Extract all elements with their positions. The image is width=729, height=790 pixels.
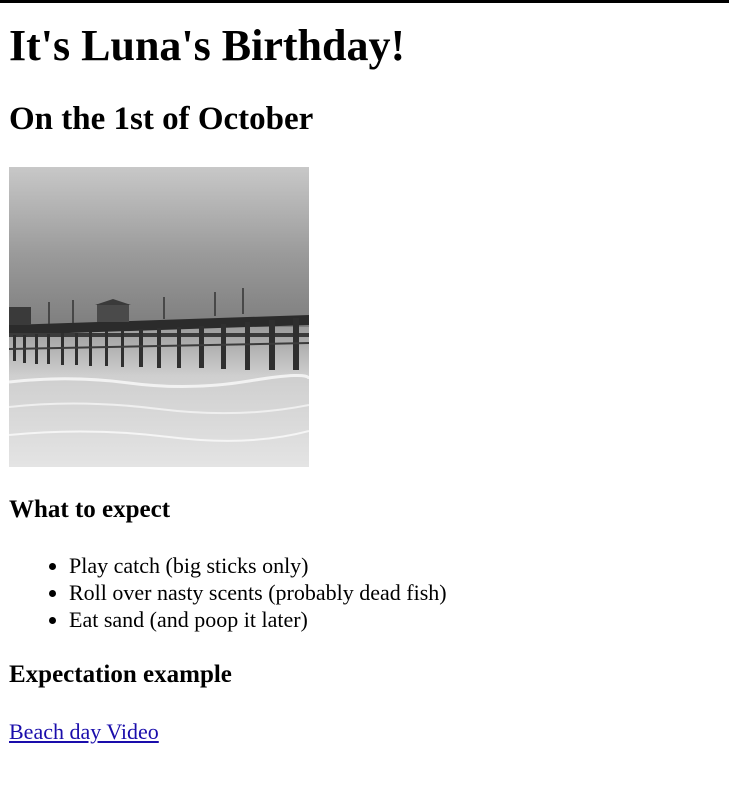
beach-day-video-link[interactable]: Beach day Video [9, 718, 159, 745]
page-content: It's Luna's Birthday! On the 1st of Octo… [0, 21, 729, 745]
expect-list: Play catch (big sticks only) Roll over n… [9, 552, 720, 633]
list-item: Play catch (big sticks only) [69, 552, 720, 579]
list-item: Eat sand (and poop it later) [69, 606, 720, 633]
pier-photo [9, 167, 309, 467]
expect-heading: What to expect [9, 496, 171, 523]
example-heading: Expectation example [9, 661, 232, 688]
page-title: It's Luna's Birthday! [9, 21, 406, 70]
list-item: Roll over nasty scents (probably dead fi… [69, 579, 720, 606]
page-subtitle: On the 1st of October [9, 101, 314, 137]
